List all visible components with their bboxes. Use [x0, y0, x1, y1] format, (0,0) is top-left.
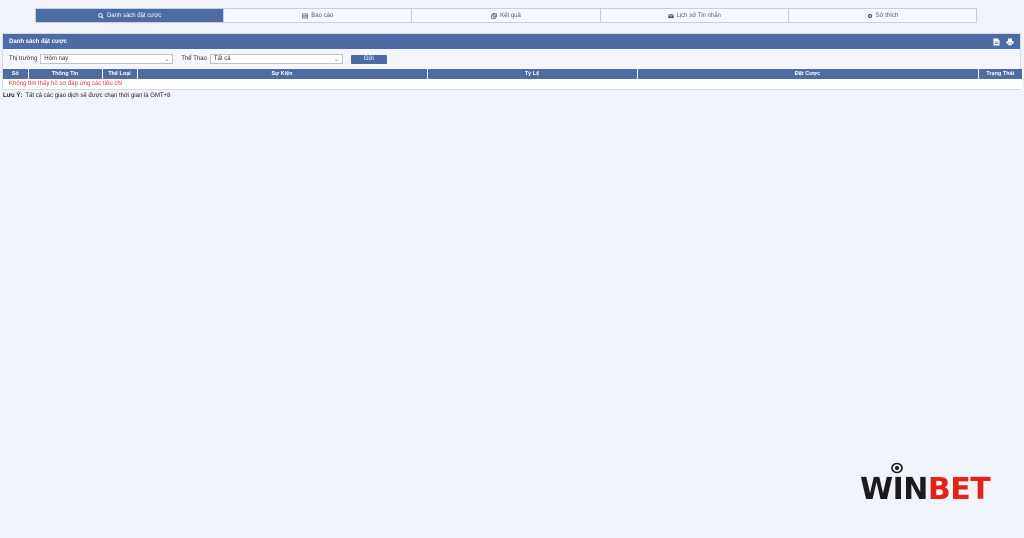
- sport-select-value: Tất cả: [213, 56, 231, 62]
- top-tab-bar: Danh sách đặt cược Báo cáo Kết quả Lịch …: [35, 8, 977, 23]
- table-row: Không tìm thấy hồ sơ đáp ứng các tiêu ch…: [3, 79, 1022, 89]
- bet-table: Số Thông Tin Thể Loại Sự Kiện Tỷ Lệ Đặt …: [3, 69, 1022, 89]
- tab-results[interactable]: Kết quả: [412, 9, 601, 22]
- column-header[interactable]: Tỷ Lệ: [427, 69, 638, 79]
- results-icon: [491, 12, 497, 19]
- filter-bar: Thị trường Hôm nay ⌄ Thể Thao Tất cả ⌄ G…: [3, 49, 1020, 69]
- column-header[interactable]: Sự Kiện: [137, 69, 428, 79]
- note-label: Lưu Ý:: [3, 93, 23, 99]
- tab-label: Kết quả: [500, 12, 521, 19]
- column-header[interactable]: Thông Tin: [28, 69, 103, 79]
- column-header[interactable]: Số: [3, 69, 29, 79]
- column-header[interactable]: Thể Loại: [102, 69, 138, 79]
- panel-header: Danh sách đặt cược: [3, 34, 1020, 49]
- logo-text-win: WIN: [860, 472, 928, 507]
- empty-message: Không tìm thấy hồ sơ đáp ứng các tiêu ch…: [3, 79, 1022, 89]
- chevron-down-icon: ⌄: [333, 56, 339, 63]
- list-search-icon: [98, 12, 104, 19]
- bet-list-panel: Danh sách đặt cược Thị trường Hôm nay ⌄ …: [2, 33, 1022, 90]
- tab-label: Lịch sử Tin nhắn: [676, 12, 721, 19]
- tab-label: Danh sách đặt cược: [106, 12, 162, 19]
- market-label: Thị trường: [9, 56, 38, 62]
- panel-title: Danh sách đặt cược: [9, 38, 67, 45]
- tab-bet-list[interactable]: Danh sách đặt cược: [36, 9, 225, 22]
- export-doc-icon[interactable]: [993, 38, 1000, 46]
- tab-label: Sở thích: [875, 12, 899, 19]
- tab-preferences[interactable]: Sở thích: [789, 9, 976, 22]
- table-header-row: Số Thông Tin Thể Loại Sự Kiện Tỷ Lệ Đặt …: [3, 69, 1022, 79]
- gear-icon: [867, 13, 872, 18]
- submit-button[interactable]: Gửi: [350, 54, 387, 64]
- market-select[interactable]: Hôm nay ⌄: [40, 54, 174, 64]
- print-icon[interactable]: [1006, 38, 1014, 46]
- market-select-value: Hôm nay: [44, 56, 69, 62]
- tab-report[interactable]: Báo cáo: [224, 9, 413, 22]
- column-header[interactable]: Trạng Thái: [978, 69, 1022, 79]
- tab-message-history[interactable]: Lịch sử Tin nhắn: [601, 9, 789, 22]
- report-icon: [302, 13, 309, 18]
- note-text: Tất cả các giao dịch sẽ được chạn thời g…: [25, 93, 171, 99]
- chevron-down-icon: ⌄: [164, 56, 170, 63]
- timezone-note: Lưu Ý: Tất cả các giao dịch sẽ được chạn …: [3, 93, 170, 99]
- column-header[interactable]: Đặt Cược: [637, 69, 979, 79]
- envelope-icon: [667, 13, 674, 18]
- sport-label: Thể Thao: [181, 56, 207, 62]
- winbet-logo: WINBET: [860, 472, 991, 508]
- sport-select[interactable]: Tất cả ⌄: [209, 54, 343, 64]
- panel-actions: [993, 38, 1014, 46]
- tab-label: Báo cáo: [311, 12, 334, 19]
- logo-text-bet: BET: [927, 472, 991, 507]
